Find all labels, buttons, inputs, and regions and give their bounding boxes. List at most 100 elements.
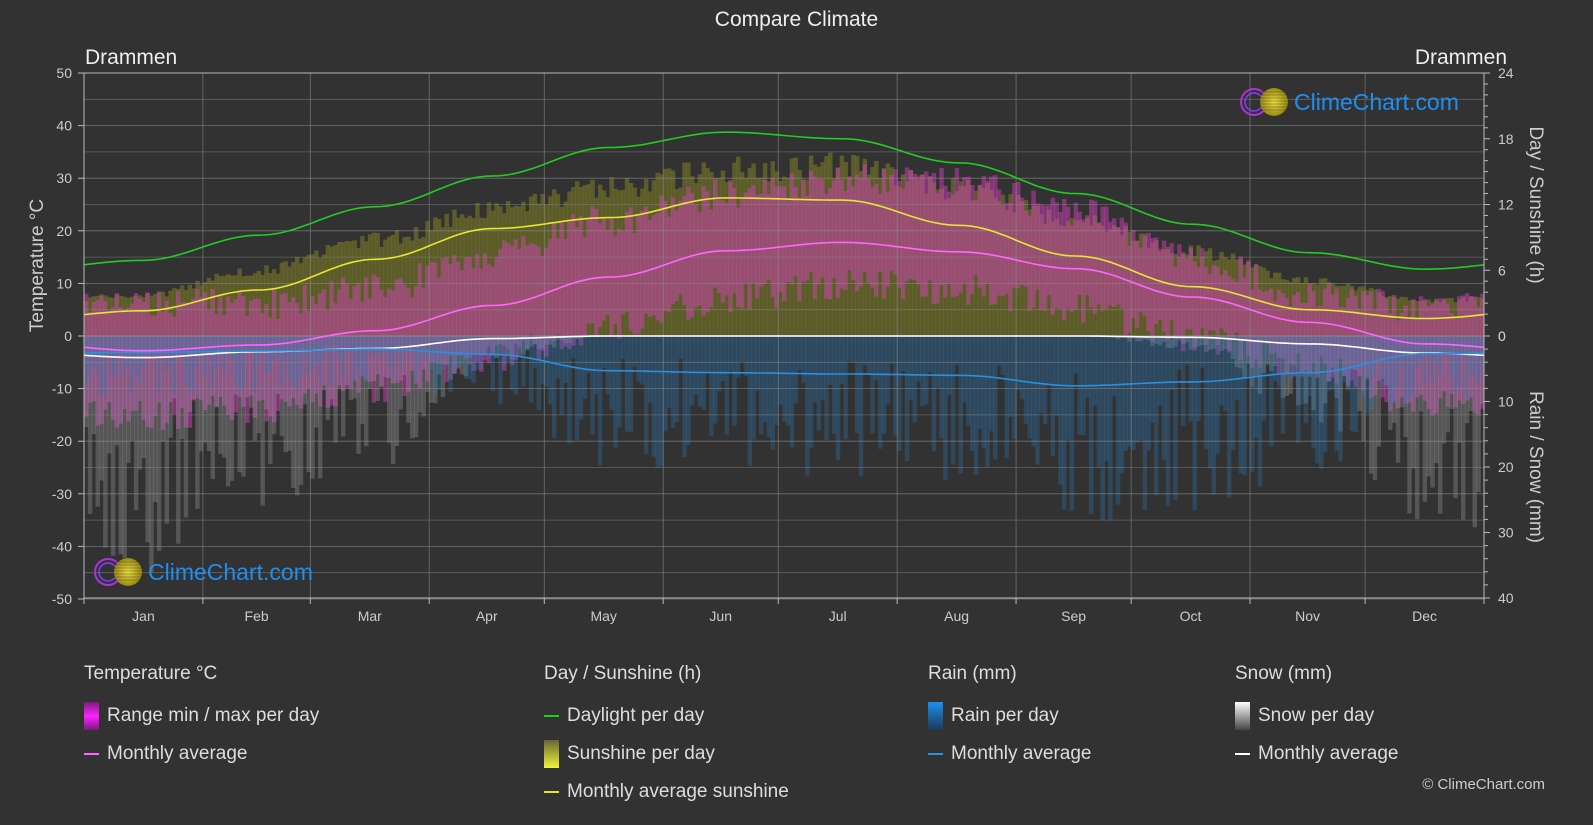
right-bottom-tick-label: 0 <box>1498 328 1506 344</box>
rain-bar <box>498 336 503 405</box>
rain-bar <box>1050 336 1056 457</box>
rain-bar <box>410 336 415 347</box>
rain-bar <box>594 336 599 395</box>
rain-bar <box>1046 336 1052 385</box>
rain-bar <box>1476 336 1481 385</box>
rain-bar <box>413 336 419 382</box>
rain-bar <box>559 336 565 415</box>
rain-bar <box>881 336 887 434</box>
rain-bar <box>617 336 622 428</box>
temp-range-bar <box>835 167 841 299</box>
rain-bar <box>1215 336 1220 454</box>
temp-range-bar <box>739 198 745 308</box>
rain-bar <box>920 336 925 406</box>
snow-bar <box>118 336 123 555</box>
rain-bar <box>268 336 273 372</box>
temp-range-bar <box>870 187 875 288</box>
temp-range-bar <box>916 175 921 285</box>
temp-range-bar <box>628 207 634 331</box>
rain-bar <box>237 336 242 392</box>
rain-bar <box>839 336 845 384</box>
rain-bar <box>793 336 799 404</box>
snow-average-line-icon <box>1235 753 1250 755</box>
temp-range-bar <box>1261 291 1266 343</box>
left-tick-label: 50 <box>56 65 72 81</box>
rain-bar <box>644 336 649 455</box>
rain-bar <box>1188 336 1194 422</box>
snow-bar <box>260 336 265 506</box>
legend-rain: Rain (mm) Rain per day Monthly average <box>928 663 1091 773</box>
rain-bar <box>1403 336 1408 406</box>
legend-label: Sunshine per day <box>567 743 715 764</box>
rain-bar <box>582 336 588 399</box>
rain-bar <box>785 336 791 426</box>
rain-bar <box>1380 336 1385 387</box>
rain-bar <box>1449 336 1454 379</box>
copyright: © ClimeChart.com <box>1422 776 1545 793</box>
rain-bar <box>1388 336 1393 407</box>
rain-bar <box>613 336 618 448</box>
temp-range-bar <box>1016 181 1021 289</box>
temp-range-bar <box>904 167 910 282</box>
rain-bar <box>586 336 591 373</box>
temp-range-bar <box>505 242 511 349</box>
rain-bar <box>858 336 864 477</box>
rain-bar <box>924 336 929 405</box>
temp-range-bar <box>1173 266 1178 340</box>
temp-range-bar <box>762 180 768 285</box>
rain-bar <box>99 336 104 396</box>
rain-bar <box>1292 336 1297 377</box>
rain-bar <box>766 336 772 438</box>
right-bottom-axis-title: Rain / Snow (mm) <box>1525 391 1546 543</box>
rain-bar <box>812 336 818 403</box>
temp-range-bar <box>582 237 588 336</box>
rain-bar <box>816 336 822 431</box>
rain-bar <box>1157 336 1163 406</box>
temp-range-bar <box>521 235 526 341</box>
temp-range-bar <box>858 177 864 287</box>
temp-range-bar <box>1042 205 1048 311</box>
rain-bar <box>1219 336 1224 406</box>
temp-range-bar <box>697 212 703 306</box>
rain-bar <box>851 336 856 363</box>
snow-bar <box>176 336 181 544</box>
x-tick-label: Dec <box>1412 608 1437 624</box>
temp-range-bar <box>597 223 603 328</box>
rain-bar <box>264 336 269 375</box>
rain-bar <box>590 336 595 435</box>
rain-bar <box>183 336 189 382</box>
rain-bar <box>1242 336 1247 476</box>
temp-range-bar <box>908 170 914 280</box>
rain-bar <box>222 336 227 373</box>
temp-range-bar <box>1211 265 1217 331</box>
rain-bar <box>690 336 695 406</box>
temp-range-bar <box>1050 197 1056 316</box>
watermark-logo-bottom: ClimeChart.com <box>94 558 313 586</box>
left-tick-label: -10 <box>52 381 72 397</box>
rain-bar <box>1227 336 1232 498</box>
right-bottom-tick-label: 20 <box>1498 459 1514 475</box>
rain-bar <box>820 336 825 400</box>
temp-range-bar <box>571 213 576 346</box>
rain-bar <box>1265 336 1270 362</box>
temp-range-bar <box>985 180 990 284</box>
temp-range-bar <box>820 179 825 278</box>
rain-bar <box>490 336 496 392</box>
rain-bar <box>1418 336 1424 365</box>
rain-bar <box>1096 336 1102 468</box>
temp-range-bar <box>996 189 1002 296</box>
temp-range-bar <box>1207 274 1213 330</box>
rain-bar <box>298 336 304 378</box>
temp-range-bar <box>970 184 975 294</box>
rain-bar <box>1376 336 1382 359</box>
rain-bar <box>344 336 350 346</box>
legend-rain-title: Rain (mm) <box>928 663 1017 684</box>
snow-bar <box>325 336 331 421</box>
rain-bar <box>1131 336 1136 451</box>
legend-item: Monthly average sunshine <box>544 773 789 811</box>
snow-bar <box>145 336 150 543</box>
rain-bar <box>1342 336 1347 383</box>
rain-bar <box>620 336 626 360</box>
rain-bar <box>931 336 937 452</box>
x-tick-label: Jul <box>829 608 847 624</box>
